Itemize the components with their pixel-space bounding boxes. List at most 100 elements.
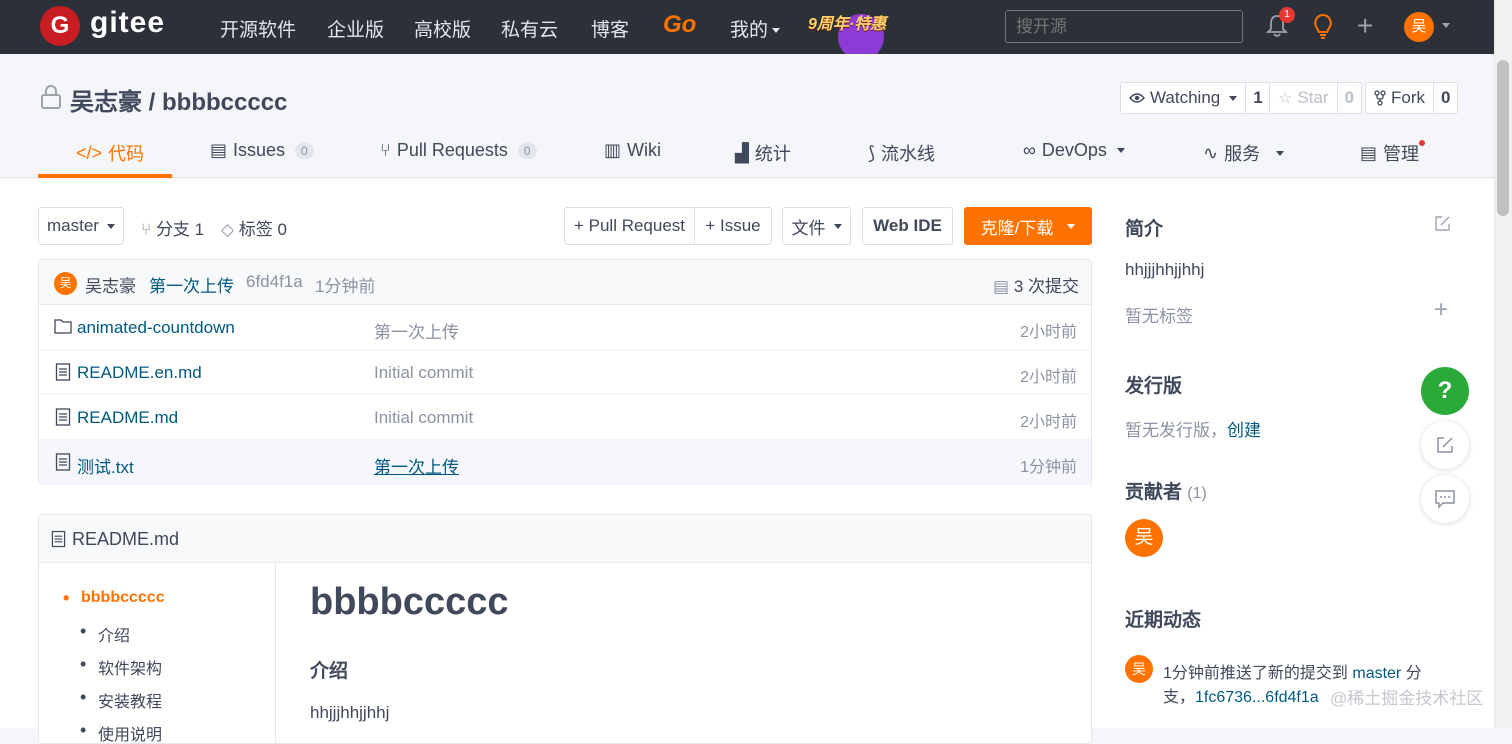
star-count[interactable]: 0 xyxy=(1338,83,1361,113)
user-avatar[interactable]: 吴 xyxy=(1404,12,1434,42)
tab-code-label: 代码 xyxy=(108,144,145,164)
create-release-link[interactable]: 创建 xyxy=(1227,421,1261,440)
scrollbar-thumb[interactable] xyxy=(1497,60,1509,216)
tab-manage-label: 管理 xyxy=(1383,144,1420,164)
tab-manage[interactable]: ▤ 管理 xyxy=(1360,140,1419,166)
tab-pull-requests[interactable]: ⑂ Pull Requests 0 xyxy=(380,140,537,161)
intro-text: hhjjjhhjjhhj xyxy=(1125,260,1205,279)
toc-item[interactable]: 软件架构 xyxy=(80,654,162,679)
lightbulb-icon[interactable] xyxy=(1312,13,1334,41)
tab-code[interactable]: </> 代码 xyxy=(76,140,144,166)
toc-item[interactable]: 使用说明 xyxy=(80,720,162,743)
star-button[interactable]: ☆ Star xyxy=(1270,83,1338,113)
toc-item[interactable]: 介绍 xyxy=(80,621,130,646)
nav-open-source[interactable]: 开源软件 xyxy=(220,15,296,42)
edit-icon[interactable] xyxy=(1434,215,1451,232)
file-dropdown-label: 文件 xyxy=(791,218,826,238)
file-name-link[interactable]: 测试.txt xyxy=(77,453,134,478)
commit-hash-link[interactable]: 6fd4f1a xyxy=(246,272,303,292)
fork-icon xyxy=(1374,90,1386,106)
new-issue-button[interactable]: + Issue xyxy=(694,207,772,245)
commit-message-link[interactable]: 第一次上传 xyxy=(149,272,234,297)
toc-item[interactable]: bbbbccccc xyxy=(63,588,165,609)
file-icon xyxy=(55,363,71,381)
no-tags-text: 暂无标签 xyxy=(1125,307,1193,326)
nav-go[interactable]: Go xyxy=(663,11,696,39)
activity-avatar[interactable]: 吴 xyxy=(1125,655,1153,683)
nav-enterprise[interactable]: 企业版 xyxy=(327,15,384,42)
clone-download-button[interactable]: 克隆/下载 xyxy=(964,207,1092,245)
file-name-link[interactable]: README.en.md xyxy=(77,363,202,383)
tab-issues-label: Issues xyxy=(233,140,286,160)
file-icon xyxy=(51,530,66,548)
activity-commit-range-link[interactable]: 1fc6736...6fd4f1a xyxy=(1195,689,1319,706)
activity-branch-link[interactable]: master xyxy=(1352,665,1401,682)
tab-issues[interactable]: ▤ Issues 0 xyxy=(210,140,314,161)
repo-owner-link[interactable]: 吴志豪 xyxy=(70,89,142,116)
file-commit-time: 2小时前 xyxy=(1020,369,1077,386)
file-row[interactable]: 测试.txt 第一次上传 1分钟前 xyxy=(39,440,1091,485)
contributors-count: (1) xyxy=(1187,485,1207,502)
eye-icon xyxy=(1129,93,1145,103)
search-input[interactable] xyxy=(1005,10,1243,43)
tags-link[interactable]: ◇ 标签 0 xyxy=(221,215,287,240)
commit-author-avatar[interactable]: 吴 xyxy=(54,272,77,295)
juejin-watermark: @稀土掘金技术社区 xyxy=(1330,689,1484,708)
nav-blog[interactable]: 博客 xyxy=(591,15,629,42)
repo-title-separator: / xyxy=(142,89,163,116)
message-icon xyxy=(1435,490,1455,509)
new-pull-request-button[interactable]: + Pull Request xyxy=(564,207,695,245)
file-name-link[interactable]: README.md xyxy=(77,408,178,428)
file-commit-message[interactable]: 第一次上传 xyxy=(374,318,459,343)
commit-count-link[interactable]: ▤ 3 次提交 xyxy=(993,272,1079,297)
fork-count[interactable]: 0 xyxy=(1434,83,1457,113)
activity-line-1: 1分钟前推送了新的提交到 master 分 xyxy=(1163,659,1422,683)
activity-heading: 近期动态 xyxy=(1125,610,1202,631)
readme-filename: README.md xyxy=(72,529,180,549)
avatar-chevron-down-icon[interactable] xyxy=(1442,23,1450,28)
web-ide-button[interactable]: Web IDE xyxy=(862,207,953,245)
feedback-edit-icon[interactable] xyxy=(1421,421,1469,469)
create-plus-icon[interactable]: + xyxy=(1357,12,1373,40)
tab-wiki[interactable]: ▥ Wiki xyxy=(604,140,661,161)
gitee-logo-icon[interactable]: G xyxy=(40,6,80,46)
file-commit-message[interactable]: 第一次上传 xyxy=(374,453,459,478)
nav-private-cloud[interactable]: 私有云 xyxy=(501,15,558,42)
file-commit-message[interactable]: Initial commit xyxy=(374,363,473,383)
file-dropdown[interactable]: 文件 xyxy=(782,207,851,245)
add-tag-plus-icon[interactable]: + xyxy=(1434,296,1448,324)
file-row[interactable]: README.en.md Initial commit 2小时前 xyxy=(39,350,1091,395)
help-question-icon[interactable]: ? xyxy=(1421,367,1469,415)
commit-author[interactable]: 吴志豪 xyxy=(85,272,136,297)
anniversary-promo-banner[interactable]: 9周年·特惠 xyxy=(808,8,908,60)
gitee-logo-text[interactable]: gitee xyxy=(90,6,165,40)
nav-mine-dropdown[interactable]: 我的 xyxy=(730,15,781,42)
clone-download-label: 克隆/下载 xyxy=(980,218,1054,238)
branch-select[interactable]: master xyxy=(38,207,124,245)
watch-button[interactable]: Watching xyxy=(1121,83,1247,113)
toc-item[interactable]: 安装教程 xyxy=(80,687,162,712)
nav-education[interactable]: 高校版 xyxy=(414,15,471,42)
tab-stats[interactable]: ▟ 统计 xyxy=(735,140,791,166)
chevron-down-icon xyxy=(1116,148,1125,153)
file-commit-time: 2小时前 xyxy=(1020,414,1077,431)
tab-services[interactable]: ∿ 服务 xyxy=(1203,140,1285,166)
file-row[interactable]: animated-countdown 第一次上传 2小时前 xyxy=(39,305,1091,350)
chat-bubble-icon[interactable] xyxy=(1421,475,1469,523)
issues-count-badge: 0 xyxy=(295,142,314,159)
chevron-down-icon xyxy=(1067,223,1076,229)
repo-name-link[interactable]: bbbbccccc xyxy=(162,89,287,116)
file-commit-message[interactable]: Initial commit xyxy=(374,408,473,428)
fork-button[interactable]: Fork xyxy=(1366,83,1434,113)
branches-link[interactable]: ⑂ 分支 1 xyxy=(141,215,204,240)
file-row[interactable]: README.md Initial commit 2小时前 xyxy=(39,395,1091,440)
readme-header: README.md xyxy=(39,515,1091,563)
top-navbar: G gitee 开源软件 企业版 高校版 私有云 博客 Go 我的 9周年·特惠… xyxy=(0,0,1512,60)
contributor-avatar[interactable]: 吴 xyxy=(1125,519,1163,557)
file-name-link[interactable]: animated-countdown xyxy=(77,318,235,338)
edit-icon xyxy=(1437,437,1453,453)
book-icon: ▥ xyxy=(604,140,622,160)
tab-devops[interactable]: ∞ DevOps xyxy=(1023,140,1125,161)
tab-pipeline[interactable]: ⟆ 流水线 xyxy=(868,140,935,166)
watch-count[interactable]: 1 xyxy=(1246,83,1269,113)
